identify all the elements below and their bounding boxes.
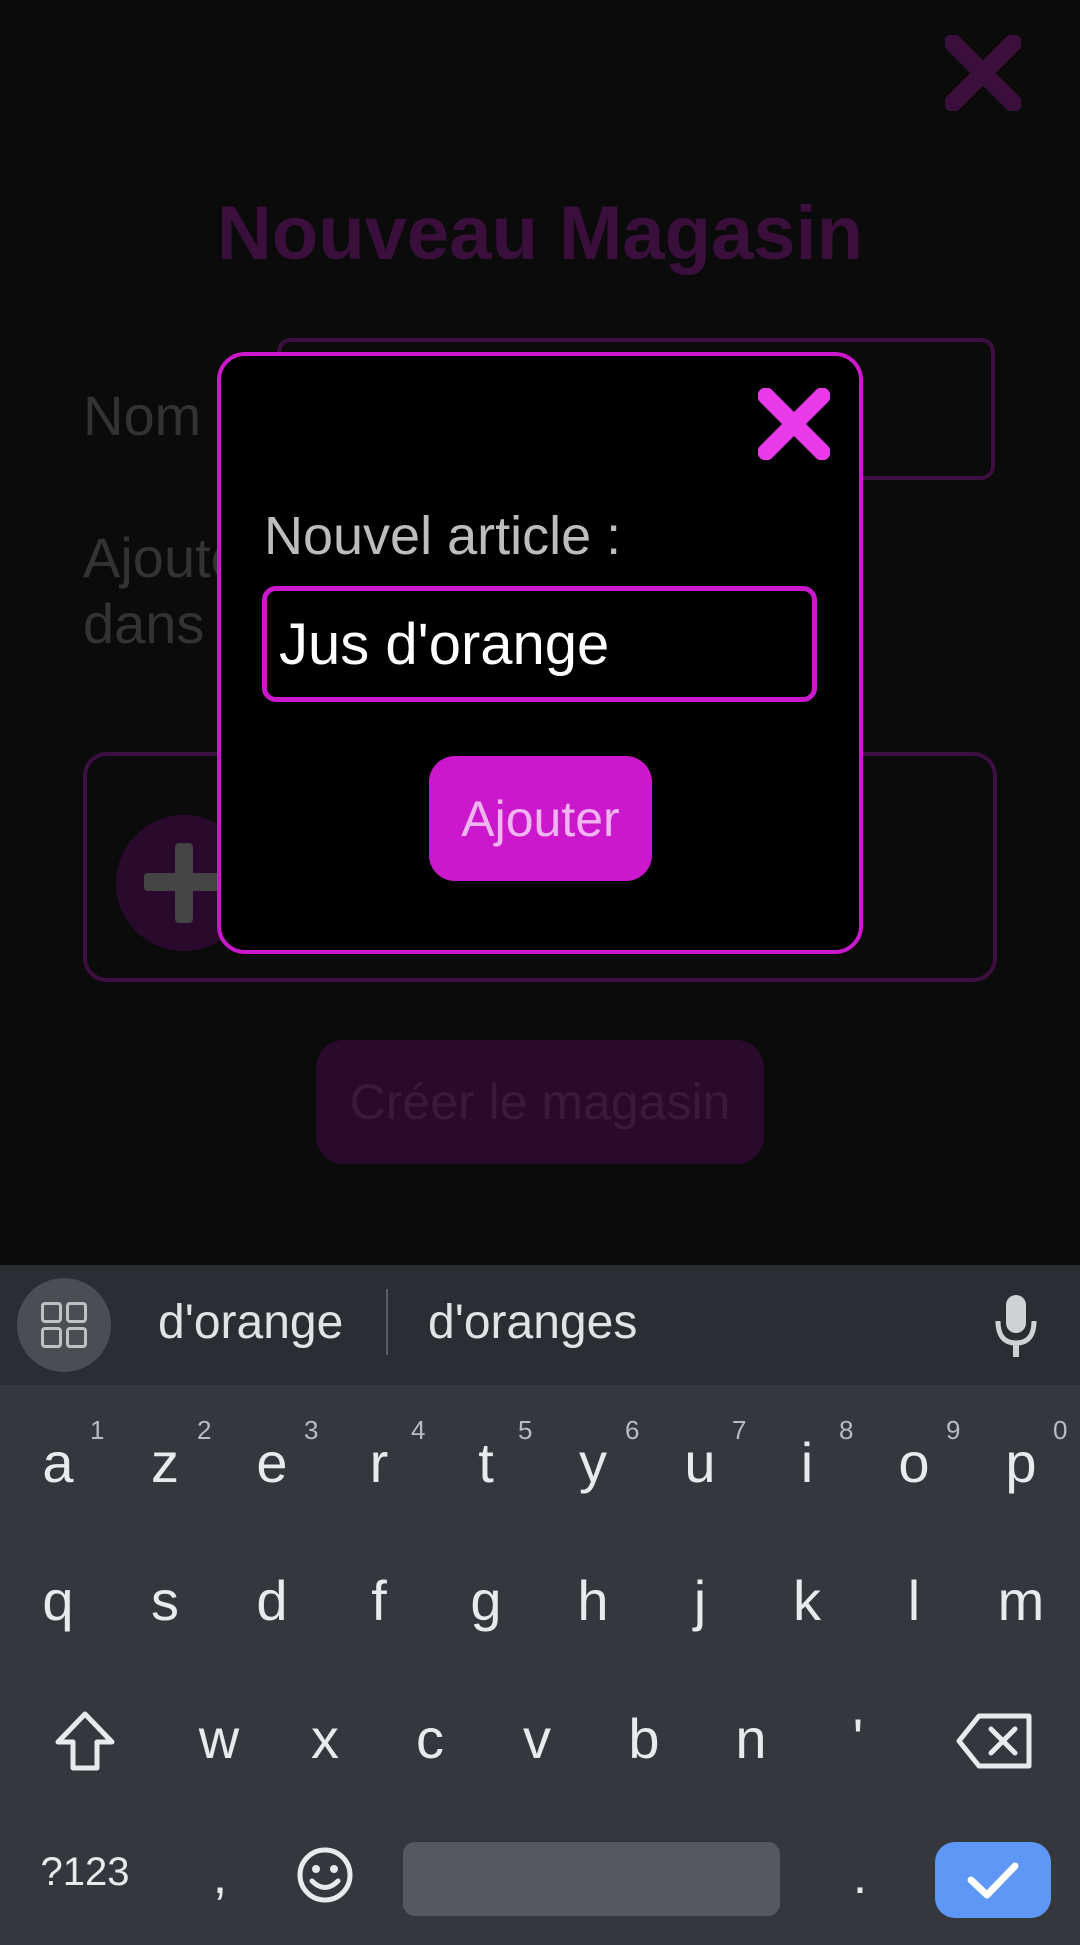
key-hint-2: 2: [197, 1415, 212, 1445]
key-r[interactable]: r: [339, 1430, 419, 1495]
suggestion-bar: d'orange d'oranges: [0, 1265, 1080, 1385]
key-hint-0: 0: [1053, 1415, 1068, 1445]
close-icon: [945, 35, 1021, 111]
key-o[interactable]: o: [874, 1430, 954, 1495]
key-hint-1: 1: [90, 1415, 105, 1445]
shift-icon[interactable]: [52, 1708, 118, 1774]
suggestion-2[interactable]: d'oranges: [428, 1295, 637, 1350]
create-store-button: Créer le magasin: [316, 1040, 764, 1164]
microphone-icon[interactable]: [990, 1291, 1042, 1361]
key-d[interactable]: d: [232, 1568, 312, 1633]
new-article-label: Nouvel article :: [264, 506, 622, 566]
key-h[interactable]: h: [553, 1568, 633, 1633]
add-button[interactable]: Ajouter: [429, 756, 652, 881]
symbols-key[interactable]: ?123: [40, 1850, 130, 1895]
space-key[interactable]: [403, 1842, 780, 1916]
key-u[interactable]: u: [660, 1430, 740, 1495]
key-q[interactable]: q: [18, 1568, 98, 1633]
key-hint-5: 5: [518, 1415, 533, 1445]
checkmark-icon: [967, 1862, 1019, 1899]
key-v[interactable]: v: [497, 1706, 577, 1771]
page-title: Nouveau Magasin: [216, 191, 864, 276]
name-label: Nom: [83, 384, 202, 447]
backspace-icon[interactable]: [955, 1712, 1035, 1770]
key-hint-3: 3: [304, 1415, 319, 1445]
suggestion-divider: [386, 1289, 388, 1355]
apps-grid-icon[interactable]: [17, 1278, 111, 1372]
key-c[interactable]: c: [390, 1706, 470, 1771]
key-l[interactable]: l: [874, 1568, 954, 1633]
key-e[interactable]: e: [232, 1430, 312, 1495]
emoji-icon[interactable]: [296, 1846, 354, 1904]
key-z[interactable]: z: [125, 1430, 205, 1495]
dialog-close-icon[interactable]: [758, 388, 830, 460]
key-hint-9: 9: [946, 1415, 961, 1445]
key-a[interactable]: a: [18, 1430, 98, 1495]
key-f[interactable]: f: [339, 1568, 419, 1633]
key-j[interactable]: j: [660, 1568, 740, 1633]
key-k[interactable]: k: [767, 1568, 847, 1633]
suggestion-1[interactable]: d'orange: [158, 1295, 343, 1350]
key-hint-8: 8: [839, 1415, 854, 1445]
key-m[interactable]: m: [981, 1568, 1061, 1633]
enter-key[interactable]: [935, 1842, 1051, 1918]
key-b[interactable]: b: [604, 1706, 684, 1771]
key-s[interactable]: s: [125, 1568, 205, 1633]
key-n[interactable]: n: [711, 1706, 791, 1771]
article-input[interactable]: [262, 586, 817, 702]
key-hint-4: 4: [411, 1415, 426, 1445]
period-key[interactable]: .: [820, 1846, 900, 1906]
key-hint-6: 6: [625, 1415, 640, 1445]
key-w[interactable]: w: [179, 1706, 259, 1771]
key-p[interactable]: p: [981, 1430, 1061, 1495]
key-y[interactable]: y: [553, 1430, 633, 1495]
key-t[interactable]: t: [446, 1430, 526, 1495]
comma-key[interactable]: ,: [180, 1846, 260, 1906]
key-apostrophe[interactable]: ': [818, 1706, 898, 1771]
key-hint-7: 7: [732, 1415, 747, 1445]
key-g[interactable]: g: [446, 1568, 526, 1633]
key-x[interactable]: x: [285, 1706, 365, 1771]
key-i[interactable]: i: [767, 1430, 847, 1495]
